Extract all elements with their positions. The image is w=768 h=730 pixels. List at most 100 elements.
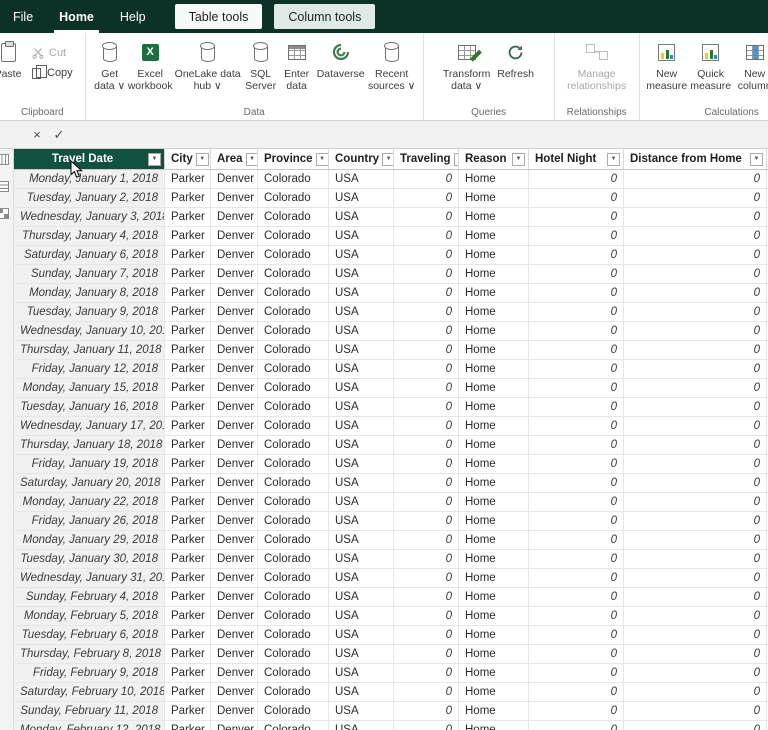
cell-area[interactable]: Denver <box>211 246 258 264</box>
column-header-traveling[interactable]: Traveling▼ <box>394 149 459 169</box>
cell-city[interactable]: Parker <box>165 607 211 625</box>
cell-country[interactable]: USA <box>329 664 394 682</box>
cell-province[interactable]: Colorado <box>258 607 329 625</box>
cell-traveling[interactable]: 0 <box>394 360 459 378</box>
cell-hotel_night[interactable]: 0 <box>529 398 624 416</box>
cell-hotel_night[interactable]: 0 <box>529 417 624 435</box>
cell-city[interactable]: Parker <box>165 284 211 302</box>
cell-area[interactable]: Denver <box>211 550 258 568</box>
cell-traveling[interactable]: 0 <box>394 208 459 226</box>
cell-travel_date[interactable]: Thursday, January 11, 2018 <box>14 341 165 359</box>
cell-distance_from_home[interactable]: 0 <box>624 607 767 625</box>
sql-server-button[interactable]: SQLServer <box>243 33 279 105</box>
cell-hotel_night[interactable]: 0 <box>529 360 624 378</box>
cell-city[interactable]: Parker <box>165 550 211 568</box>
cell-hotel_night[interactable]: 0 <box>529 455 624 473</box>
cell-area[interactable]: Denver <box>211 683 258 701</box>
cell-reason[interactable]: Home <box>459 550 529 568</box>
cell-province[interactable]: Colorado <box>258 588 329 606</box>
commit-check-icon[interactable]: ✓ <box>48 127 70 143</box>
tab-file[interactable]: File <box>0 0 46 33</box>
cell-travel_date[interactable]: Monday, January 15, 2018 <box>14 379 165 397</box>
cell-area[interactable]: Denver <box>211 417 258 435</box>
cell-hotel_night[interactable]: 0 <box>529 189 624 207</box>
cell-province[interactable]: Colorado <box>258 246 329 264</box>
cell-city[interactable]: Parker <box>165 246 211 264</box>
cell-hotel_night[interactable]: 0 <box>529 588 624 606</box>
cell-distance_from_home[interactable]: 0 <box>624 189 767 207</box>
onelake-data-hub-button[interactable]: OneLake datahub ∨ <box>173 33 243 105</box>
cell-province[interactable]: Colorado <box>258 493 329 511</box>
cell-province[interactable]: Colorado <box>258 683 329 701</box>
column-header-reason[interactable]: Reason▼ <box>459 149 529 169</box>
cell-traveling[interactable]: 0 <box>394 227 459 245</box>
cell-country[interactable]: USA <box>329 265 394 283</box>
cell-distance_from_home[interactable]: 0 <box>624 170 767 188</box>
cell-reason[interactable]: Home <box>459 398 529 416</box>
cell-city[interactable]: Parker <box>165 341 211 359</box>
cell-travel_date[interactable]: Saturday, February 10, 2018 <box>14 683 165 701</box>
cell-country[interactable]: USA <box>329 626 394 644</box>
cell-reason[interactable]: Home <box>459 512 529 530</box>
cell-travel_date[interactable]: Wednesday, January 10, 2018 <box>14 322 165 340</box>
tab-help[interactable]: Help <box>107 0 159 33</box>
cell-area[interactable]: Denver <box>211 493 258 511</box>
cell-area[interactable]: Denver <box>211 208 258 226</box>
cell-province[interactable]: Colorado <box>258 512 329 530</box>
cell-traveling[interactable]: 0 <box>394 379 459 397</box>
cell-travel_date[interactable]: Wednesday, January 31, 2018 <box>14 569 165 587</box>
cell-traveling[interactable]: 0 <box>394 512 459 530</box>
cell-hotel_night[interactable]: 0 <box>529 550 624 568</box>
cell-country[interactable]: USA <box>329 683 394 701</box>
report-view-icon[interactable] <box>0 154 9 165</box>
cell-travel_date[interactable]: Friday, February 9, 2018 <box>14 664 165 682</box>
cell-reason[interactable]: Home <box>459 341 529 359</box>
cell-area[interactable]: Denver <box>211 398 258 416</box>
cell-city[interactable]: Parker <box>165 436 211 454</box>
cell-travel_date[interactable]: Tuesday, February 6, 2018 <box>14 626 165 644</box>
cell-city[interactable]: Parker <box>165 531 211 549</box>
column-header-hotel_night[interactable]: Hotel Night▼ <box>529 149 624 169</box>
cell-distance_from_home[interactable]: 0 <box>624 493 767 511</box>
cell-traveling[interactable]: 0 <box>394 455 459 473</box>
copy-button[interactable]: Copy <box>26 63 79 83</box>
cell-country[interactable]: USA <box>329 322 394 340</box>
refresh-button[interactable]: Refresh <box>494 33 538 105</box>
cell-country[interactable]: USA <box>329 474 394 492</box>
cell-area[interactable]: Denver <box>211 265 258 283</box>
tab-home[interactable]: Home <box>46 0 107 33</box>
cell-province[interactable]: Colorado <box>258 531 329 549</box>
cell-province[interactable]: Colorado <box>258 550 329 568</box>
cell-city[interactable]: Parker <box>165 588 211 606</box>
cell-province[interactable]: Colorado <box>258 189 329 207</box>
cell-reason[interactable]: Home <box>459 721 529 730</box>
cell-hotel_night[interactable]: 0 <box>529 664 624 682</box>
cell-traveling[interactable]: 0 <box>394 246 459 264</box>
cell-area[interactable]: Denver <box>211 436 258 454</box>
cell-country[interactable]: USA <box>329 303 394 321</box>
cell-area[interactable]: Denver <box>211 664 258 682</box>
cell-city[interactable]: Parker <box>165 626 211 644</box>
column-header-area[interactable]: Area▼ <box>211 149 258 169</box>
cell-province[interactable]: Colorado <box>258 284 329 302</box>
column-filter-dropdown-icon[interactable]: ▼ <box>382 153 394 166</box>
cell-city[interactable]: Parker <box>165 645 211 663</box>
cell-hotel_night[interactable]: 0 <box>529 512 624 530</box>
cell-city[interactable]: Parker <box>165 322 211 340</box>
cell-reason[interactable]: Home <box>459 170 529 188</box>
cell-area[interactable]: Denver <box>211 702 258 720</box>
cell-hotel_night[interactable]: 0 <box>529 721 624 730</box>
cell-city[interactable]: Parker <box>165 455 211 473</box>
cell-traveling[interactable]: 0 <box>394 474 459 492</box>
cell-traveling[interactable]: 0 <box>394 531 459 549</box>
cell-country[interactable]: USA <box>329 360 394 378</box>
cell-traveling[interactable]: 0 <box>394 569 459 587</box>
column-header-city[interactable]: City▼ <box>165 149 211 169</box>
cell-distance_from_home[interactable]: 0 <box>624 569 767 587</box>
cell-hotel_night[interactable]: 0 <box>529 626 624 644</box>
cell-hotel_night[interactable]: 0 <box>529 170 624 188</box>
cell-city[interactable]: Parker <box>165 702 211 720</box>
cell-travel_date[interactable]: Sunday, February 4, 2018 <box>14 588 165 606</box>
cell-reason[interactable]: Home <box>459 702 529 720</box>
cell-country[interactable]: USA <box>329 170 394 188</box>
